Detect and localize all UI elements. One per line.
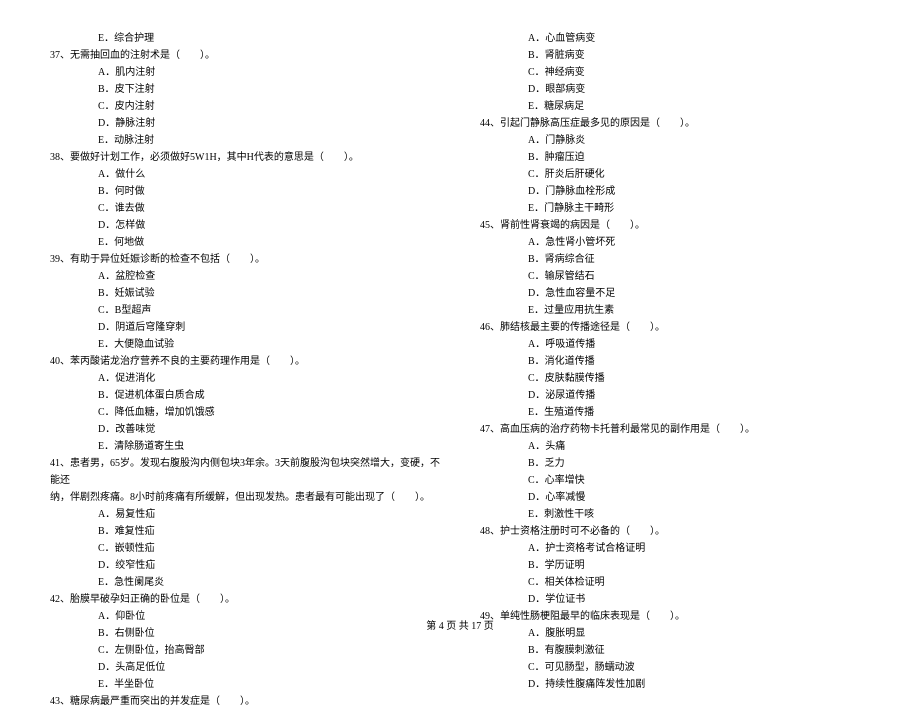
answer-option: E．过量应用抗生素: [480, 302, 870, 319]
answer-option: C．相关体检证明: [480, 574, 870, 591]
question-line: 44、引起门静脉高压症最多见的原因是（ ）。: [480, 115, 870, 132]
question-line: 45、肾前性肾衰竭的病因是（ ）。: [480, 217, 870, 234]
question-line: 47、高血压病的治疗药物卡托普利最常见的副作用是（ ）。: [480, 421, 870, 438]
answer-option: E．半坐卧位: [50, 676, 440, 693]
answer-option: A．做什么: [50, 166, 440, 183]
answer-option: E．刺激性干咳: [480, 506, 870, 523]
answer-option: B．有腹膜刺激征: [480, 642, 870, 659]
answer-option: E．动脉注射: [50, 132, 440, 149]
answer-option: B．妊娠试验: [50, 285, 440, 302]
answer-option: E．清除肠道寄生虫: [50, 438, 440, 455]
answer-option: D．泌尿道传播: [480, 387, 870, 404]
answer-option: D．学位证书: [480, 591, 870, 608]
answer-option: C．神经病变: [480, 64, 870, 81]
answer-option: E．门静脉主干畸形: [480, 200, 870, 217]
question-line: 48、护士资格注册时可不必备的（ ）。: [480, 523, 870, 540]
answer-option: A．心血管病变: [480, 30, 870, 47]
question-line: 39、有助于异位妊娠诊断的检查不包括（ ）。: [50, 251, 440, 268]
answer-option: B．肾病综合征: [480, 251, 870, 268]
answer-option: B．难复性疝: [50, 523, 440, 540]
page-footer: 第 4 页 共 17 页: [0, 617, 920, 632]
answer-option: A．促进消化: [50, 370, 440, 387]
answer-option: C．肝炎后肝硬化: [480, 166, 870, 183]
answer-option: C．B型超声: [50, 302, 440, 319]
answer-option: C．可见肠型，肠蠕动波: [480, 659, 870, 676]
answer-option: D．绞窄性疝: [50, 557, 440, 574]
answer-option: A．头痛: [480, 438, 870, 455]
question-line: 41、患者男，65岁。发现右腹股沟内侧包块3年余。3天前腹股沟包块突然增大，变硬…: [50, 455, 440, 489]
answer-option: E．综合护理: [50, 30, 440, 47]
answer-option: A．门静脉炎: [480, 132, 870, 149]
answer-option: D．阴道后穹隆穿刺: [50, 319, 440, 336]
answer-option: A．易复性疝: [50, 506, 440, 523]
left-column: E．综合护理37、无需抽回血的注射术是（ ）。A．肌内注射B．皮下注射C．皮内注…: [50, 30, 440, 710]
question-line: 38、要做好计划工作，必须做好5W1H，其中H代表的意思是（ ）。: [50, 149, 440, 166]
answer-option: C．皮肤黏膜传播: [480, 370, 870, 387]
answer-option: D．心率减慢: [480, 489, 870, 506]
answer-option: D．持续性腹痛阵发性加剧: [480, 676, 870, 693]
answer-option: C．嵌顿性疝: [50, 540, 440, 557]
answer-option: A．护士资格考试合格证明: [480, 540, 870, 557]
answer-option: A．肌内注射: [50, 64, 440, 81]
answer-option: B．皮下注射: [50, 81, 440, 98]
answer-option: A．急性肾小管坏死: [480, 234, 870, 251]
question-line: 37、无需抽回血的注射术是（ ）。: [50, 47, 440, 64]
answer-option: D．眼部病变: [480, 81, 870, 98]
answer-option: D．头高足低位: [50, 659, 440, 676]
answer-option: D．急性血容量不足: [480, 285, 870, 302]
answer-option: D．静脉注射: [50, 115, 440, 132]
answer-option: D．改善味觉: [50, 421, 440, 438]
answer-option: C．心率增快: [480, 472, 870, 489]
answer-option: B．消化道传播: [480, 353, 870, 370]
answer-option: E．糖尿病足: [480, 98, 870, 115]
question-line: 43、糖尿病最严重而突出的并发症是（ ）。: [50, 693, 440, 710]
answer-option: B．促进机体蛋白质合成: [50, 387, 440, 404]
answer-option: B．乏力: [480, 455, 870, 472]
answer-option: C．左侧卧位，抬高臀部: [50, 642, 440, 659]
question-line: 纳，伴剧烈疼痛。8小时前疼痛有所缓解，但出现发热。患者最有可能出现了（ ）。: [50, 489, 440, 506]
answer-option: D．怎样做: [50, 217, 440, 234]
answer-option: B．何时做: [50, 183, 440, 200]
right-column: A．心血管病变B．肾脏病变C．神经病变D．眼部病变E．糖尿病足44、引起门静脉高…: [480, 30, 870, 710]
answer-option: C．谁去做: [50, 200, 440, 217]
answer-option: E．大便隐血试验: [50, 336, 440, 353]
answer-option: B．学历证明: [480, 557, 870, 574]
answer-option: A．呼吸道传播: [480, 336, 870, 353]
answer-option: C．输尿管结石: [480, 268, 870, 285]
answer-option: B．肾脏病变: [480, 47, 870, 64]
question-line: 40、苯丙酸诺龙治疗营养不良的主要药理作用是（ ）。: [50, 353, 440, 370]
answer-option: E．生殖道传播: [480, 404, 870, 421]
answer-option: B．肿瘤压迫: [480, 149, 870, 166]
answer-option: C．皮内注射: [50, 98, 440, 115]
question-line: 42、胎膜早破孕妇正确的卧位是（ ）。: [50, 591, 440, 608]
answer-option: E．何地做: [50, 234, 440, 251]
answer-option: A．盆腔检查: [50, 268, 440, 285]
answer-option: D．门静脉血栓形成: [480, 183, 870, 200]
question-line: 46、肺结核最主要的传播途径是（ ）。: [480, 319, 870, 336]
answer-option: C．降低血糖，增加饥饿感: [50, 404, 440, 421]
answer-option: E．急性阑尾炎: [50, 574, 440, 591]
